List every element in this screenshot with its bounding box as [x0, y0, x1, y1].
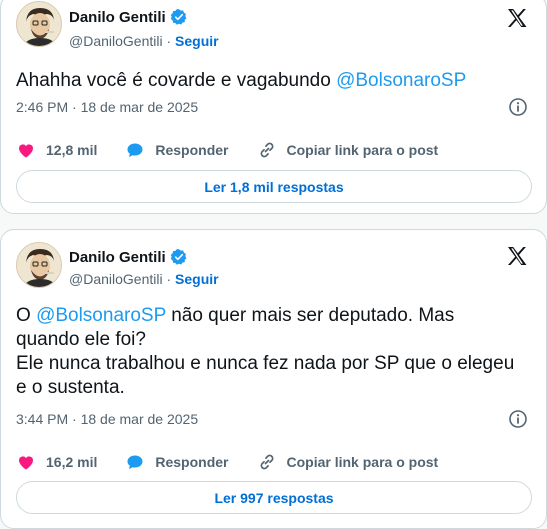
mention-link[interactable]: @BolsonaroSP — [36, 305, 166, 326]
handle[interactable]: @DaniloGentili — [69, 271, 163, 287]
like-count: 16,2 mil — [46, 454, 98, 470]
verified-badge-icon — [170, 249, 187, 265]
read-replies-button[interactable]: Ler 997 respostas — [16, 481, 532, 514]
reply-button[interactable]: Responder — [125, 140, 229, 160]
copy-link-label: Copiar link para o post — [286, 142, 439, 158]
read-replies-button[interactable]: Ler 1,8 mil respostas — [16, 170, 532, 203]
author-name[interactable]: Danilo Gentili — [69, 8, 188, 26]
copy-link-button[interactable]: Copiar link para o post — [257, 140, 439, 160]
tweet-text: Ahahha você é covarde e vagabundo @Bolso… — [16, 70, 467, 91]
follow-button[interactable]: Seguir — [175, 271, 219, 287]
action-bar: 12,8 mil Responder Copiar link para o po… — [16, 140, 466, 160]
copy-link-label: Copiar link para o post — [286, 454, 439, 470]
info-icon[interactable] — [508, 409, 528, 429]
author-name[interactable]: Danilo Gentili — [69, 248, 188, 266]
reply-bubble-icon — [127, 455, 143, 469]
separator: · — [166, 33, 172, 49]
reply-button[interactable]: Responder — [125, 452, 229, 472]
x-logo-icon[interactable] — [505, 244, 529, 268]
handle[interactable]: @DaniloGentili — [69, 33, 163, 49]
avatar[interactable] — [16, 242, 62, 288]
x-logo-icon[interactable] — [505, 6, 529, 30]
timestamp[interactable]: 2:46 PM · 18 de mar de 2025 — [16, 99, 198, 115]
copy-link-button[interactable]: Copiar link para o post — [257, 452, 439, 472]
heart-icon — [19, 144, 33, 158]
heart-icon — [19, 456, 33, 470]
like-button[interactable]: 12,8 mil — [16, 140, 97, 160]
timestamp[interactable]: 3:44 PM · 18 de mar de 2025 — [16, 411, 198, 427]
action-bar: 16,2 mil Responder Copiar link para o po… — [16, 452, 466, 472]
link-icon — [260, 454, 273, 470]
avatar[interactable] — [16, 1, 62, 47]
tweet-card-1: Danilo Gentili @DaniloGentili · Seguir A… — [0, 0, 547, 214]
verified-badge-icon — [170, 9, 187, 25]
like-count: 12,8 mil — [46, 142, 98, 158]
tweet-text: O @BolsonaroSP não quer mais ser deputad… — [16, 305, 515, 398]
tweet-card-2: Danilo Gentili @DaniloGentili · Seguir O… — [0, 229, 547, 529]
handle-line: @DaniloGentili · Seguir — [69, 271, 219, 287]
info-icon[interactable] — [508, 97, 528, 117]
reply-bubble-icon — [127, 143, 143, 157]
mention-link[interactable]: @BolsonaroSP — [336, 70, 466, 91]
handle-line: @DaniloGentili · Seguir — [69, 33, 219, 49]
reply-label: Responder — [155, 454, 229, 470]
follow-button[interactable]: Seguir — [175, 33, 219, 49]
like-button[interactable]: 16,2 mil — [16, 452, 97, 472]
reply-label: Responder — [155, 142, 229, 158]
link-icon — [260, 142, 273, 158]
separator: · — [166, 271, 172, 287]
